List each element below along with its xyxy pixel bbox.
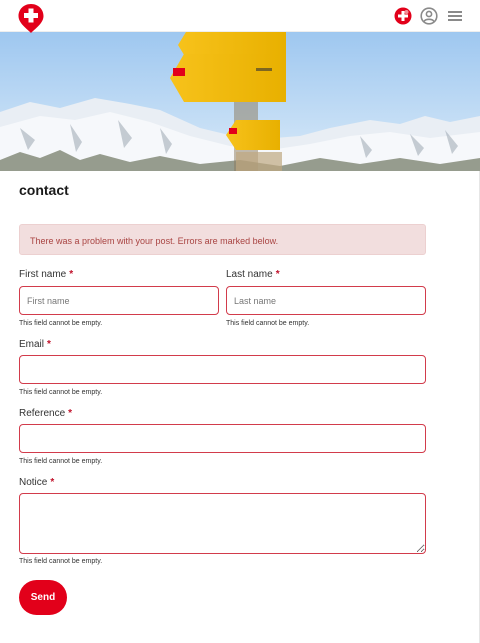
required-mark: *	[47, 339, 51, 350]
notice-label-text: Notice	[19, 477, 48, 488]
first-name-error: This field cannot be empty.	[19, 320, 103, 327]
reference-error: This field cannot be empty.	[19, 458, 103, 465]
notice-label: Notice *	[19, 477, 54, 488]
required-mark: *	[275, 269, 280, 280]
user-account-icon[interactable]	[420, 7, 438, 25]
menu-icon[interactable]	[446, 7, 464, 25]
required-mark: *	[69, 269, 74, 280]
notice-textarea[interactable]	[19, 493, 426, 554]
first-name-input[interactable]	[19, 286, 219, 315]
hero-image	[0, 32, 480, 171]
site-header	[0, 0, 480, 33]
page-title: contact	[19, 182, 69, 198]
last-name-label: Last name *	[226, 269, 280, 280]
swiss-cross-badge-icon[interactable]	[394, 7, 412, 25]
notice-error: This field cannot be empty.	[19, 558, 103, 565]
last-name-error: This field cannot be empty.	[226, 320, 310, 327]
email-error: This field cannot be empty.	[19, 389, 103, 396]
first-name-label-text: First name	[19, 269, 67, 280]
mountain-signposts-photo	[0, 32, 480, 171]
error-alert: There was a problem with your post. Erro…	[19, 224, 426, 255]
reference-label-text: Reference	[19, 408, 66, 419]
email-label-text: Email	[19, 339, 45, 350]
reference-label: Reference *	[19, 408, 72, 419]
last-name-input[interactable]	[226, 286, 426, 315]
send-button[interactable]: Send	[19, 580, 67, 615]
first-name-label: First name *	[19, 269, 73, 280]
required-mark: *	[68, 408, 73, 419]
required-mark: *	[50, 477, 55, 488]
swiss-cross-map-pin-icon	[18, 4, 44, 33]
email-label: Email *	[19, 339, 51, 350]
email-input[interactable]	[19, 355, 426, 384]
reference-input[interactable]	[19, 424, 426, 453]
last-name-label-text: Last name	[226, 269, 273, 280]
